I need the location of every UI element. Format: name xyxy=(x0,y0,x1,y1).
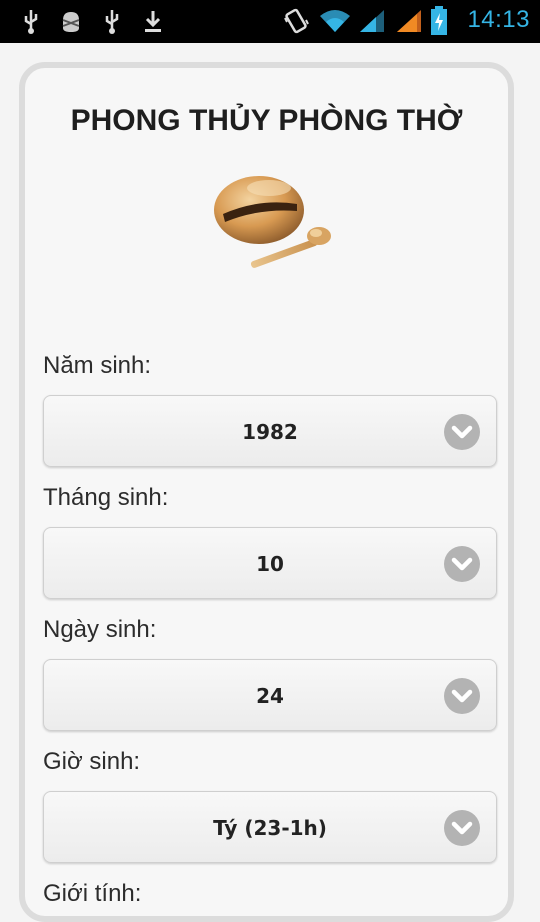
gender-label: Giới tính: xyxy=(43,880,142,907)
form-card: PHONG THỦY PHÒNG THỜ Năm sinh: 1982 Thán… xyxy=(19,62,514,922)
birth-hour-select[interactable]: Tý (23-1h) xyxy=(43,791,497,863)
birth-year-value: 1982 xyxy=(242,420,298,444)
status-bar: 14:13 xyxy=(0,0,540,43)
battery-charging-icon xyxy=(431,6,447,35)
birth-month-value: 10 xyxy=(256,552,284,576)
chevron-down-icon xyxy=(444,810,480,846)
signal-icon xyxy=(397,10,421,32)
status-time: 14:13 xyxy=(467,6,530,33)
usb-icon xyxy=(105,10,119,34)
wooden-bell-icon xyxy=(214,176,331,268)
chevron-down-icon xyxy=(444,678,480,714)
wifi-icon xyxy=(320,10,350,32)
birth-day-value: 24 xyxy=(256,684,284,708)
download-icon xyxy=(145,11,161,32)
birth-year-select[interactable]: 1982 xyxy=(43,395,497,467)
usb-icon xyxy=(24,10,38,34)
birth-year-label: Năm sinh: xyxy=(43,352,152,379)
birth-month-label: Tháng sinh: xyxy=(43,484,169,511)
chevron-down-icon xyxy=(444,546,480,582)
vibrate-icon xyxy=(284,8,309,34)
birth-hour-value: Tý (23-1h) xyxy=(213,816,327,840)
birth-day-label: Ngày sinh: xyxy=(43,616,157,643)
android-debug-icon xyxy=(62,12,80,32)
birth-day-select[interactable]: 24 xyxy=(43,659,497,731)
birth-month-select[interactable]: 10 xyxy=(43,527,497,599)
page-title: PHONG THỦY PHÒNG THỜ xyxy=(70,104,463,137)
birth-hour-label: Giờ sinh: xyxy=(43,748,141,775)
chevron-down-icon xyxy=(444,414,480,450)
signal-icon xyxy=(360,10,384,32)
